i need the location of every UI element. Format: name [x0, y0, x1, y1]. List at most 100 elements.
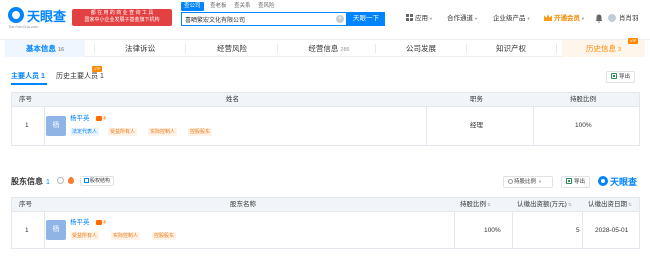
related-companies[interactable]: 4: [96, 220, 106, 227]
subtab-count: 1: [40, 73, 45, 80]
nav-app[interactable]: 应用▼: [406, 14, 433, 24]
nav-app-label: 应用: [415, 15, 428, 22]
person-icon: [96, 116, 102, 121]
tab-business-risk[interactable]: 经营风险: [192, 40, 272, 57]
main-tabs: 基本信息 16 法律诉讼 经营风险 经营信息 286 公司发展 知识产权 历史信息 3: [5, 40, 645, 57]
column-divider: [426, 107, 427, 145]
column-divider: [454, 212, 455, 248]
column-divider: [44, 107, 45, 145]
tab-label: 历史信息: [585, 44, 616, 53]
search-box: ×: [181, 12, 347, 26]
fire-icon: [68, 177, 74, 184]
ratio-value: 100%: [484, 227, 501, 234]
promo-line-1: 都 在 用 的 商 业 查 询 工 具: [90, 10, 154, 16]
tab-label: 知识产权: [496, 44, 526, 53]
col-position: 职务: [470, 96, 483, 103]
nav-vip[interactable]: 开通会员▼: [544, 14, 585, 24]
related-companies-count: 4: [103, 116, 106, 122]
related-companies-count: 4: [103, 220, 106, 226]
tag-legal-rep: 法定代表人: [70, 128, 100, 136]
logo[interactable]: 天眼查 TianYanCha.com: [8, 6, 66, 30]
person-name-link[interactable]: 杨平英: [70, 115, 90, 123]
clear-icon[interactable]: ×: [336, 15, 344, 23]
chevron-down-icon: ▼: [526, 16, 531, 21]
col-amount-label: 认缴出资额(万元): [517, 201, 567, 208]
structure-icon: [84, 178, 89, 183]
tag-controlling-shareholder: 控股股东: [152, 232, 177, 240]
subtab-history-staff[interactable]: 历史主要人员 1: [56, 72, 104, 81]
export-shareholders-button[interactable]: 导出: [561, 176, 591, 188]
top-header: 天眼查 TianYanCha.com 都 在 用 的 商 业 查 询 工 具 国…: [0, 0, 650, 40]
tab-label: 经营风险: [217, 44, 247, 53]
vip-badge: VIP: [628, 38, 639, 44]
chevron-down-icon: ▼: [474, 16, 478, 21]
col-ratio-label: 持股比例: [460, 201, 486, 208]
equity-structure-button[interactable]: 股权结构: [80, 176, 115, 186]
tag-controlling-shareholder: 控股股东: [188, 128, 213, 136]
tab-label: 法律诉讼: [125, 44, 155, 53]
sort-select[interactable]: 持股比例 ▼: [503, 176, 553, 188]
tab-litigation[interactable]: 法律诉讼: [100, 40, 180, 57]
search-tab-risk[interactable]: 查风险: [258, 2, 275, 11]
tab-divider: [375, 44, 376, 53]
search-tab-company[interactable]: 查公司: [181, 2, 204, 11]
tab-divider: [466, 44, 467, 53]
tag-controller: 实际控制人: [148, 128, 178, 136]
export-staff-button[interactable]: 导出: [606, 71, 636, 83]
row-index: 1: [25, 227, 29, 234]
person-avatar[interactable]: 杨: [46, 116, 66, 136]
user-avatar[interactable]: [608, 14, 616, 22]
tag-controller: 实际控制人: [111, 232, 141, 240]
sort-select-value: 持股比例: [514, 179, 537, 185]
bell-icon[interactable]: [595, 14, 603, 23]
subtab-main-staff[interactable]: 主要人员 1: [11, 72, 45, 81]
person-name-link[interactable]: 杨平英: [70, 219, 90, 227]
position-value: 经理: [470, 122, 483, 129]
search-button[interactable]: 天眼一下: [347, 12, 385, 26]
ratio-value: 100%: [575, 122, 592, 129]
col-shareholder-name: 股东名称: [230, 201, 256, 208]
tab-label: 经营信息: [308, 44, 339, 53]
sort-arrows-icon: ⇅: [628, 202, 632, 207]
tag-beneficiary: 受益所有人: [108, 128, 138, 136]
related-companies[interactable]: 4: [96, 116, 106, 123]
shareholders-title: 股东信息 1: [11, 176, 50, 187]
column-divider: [533, 107, 534, 145]
vip-badge: VIP: [92, 66, 103, 72]
col-date-label: 认缴出资日期: [588, 201, 627, 208]
col-amount[interactable]: 认缴出资额(万元)⇅: [517, 198, 572, 211]
tab-count: 16: [57, 47, 65, 53]
export-label: 导出: [619, 74, 631, 80]
search-input[interactable]: [185, 14, 335, 24]
person-avatar[interactable]: 杨: [46, 220, 66, 240]
tab-business-info[interactable]: 经营信息 286: [286, 40, 372, 57]
tab-count: 3: [617, 47, 622, 53]
sort-arrows-icon: ⇅: [567, 202, 572, 207]
logo-icon: [8, 7, 24, 23]
section-title-label: 股东信息: [11, 177, 43, 186]
info-icon[interactable]: [57, 177, 64, 184]
tab-label: 公司发展: [406, 44, 436, 53]
promo-banner[interactable]: 都 在 用 的 商 业 查 询 工 具 国家中小企业发展子基金旗下机构: [72, 9, 172, 26]
column-divider: [44, 212, 45, 248]
col-ratio[interactable]: 持股比例⇅: [460, 198, 491, 211]
grid-icon: [406, 14, 413, 21]
chevron-down-icon: ▼: [538, 179, 542, 184]
search-tab-relation[interactable]: 查关系: [234, 2, 251, 11]
nav-enterprise[interactable]: 企业级产品▼: [493, 14, 530, 24]
tab-development[interactable]: 公司发展: [381, 40, 461, 57]
table-row: 1 杨 杨平英 4 法定代表人 受益所有人 实际控制人 控股股东 经理 100%: [11, 107, 640, 146]
table-row: 1 杨 杨平英 4 受益所有人 实际控制人 控股股东 100% 5 2028-0…: [11, 212, 640, 249]
tab-ip[interactable]: 知识产权: [471, 40, 551, 57]
tag-beneficiary: 受益所有人: [70, 232, 100, 240]
sort-arrows-icon: ⇅: [487, 202, 491, 207]
nav-cooperation[interactable]: 合作通道▼: [447, 14, 478, 24]
col-ratio: 持股比例: [570, 96, 596, 103]
nav-user[interactable]: 肖肖羽: [619, 14, 639, 24]
search-tab-boss[interactable]: 查老板: [210, 2, 227, 11]
excel-icon: [566, 178, 572, 184]
nav-user-label: 肖肖羽: [619, 15, 639, 22]
tab-basic-info[interactable]: 基本信息 16: [5, 40, 85, 57]
col-date[interactable]: 认缴出资日期⇅: [588, 198, 632, 211]
tab-divider: [94, 44, 95, 53]
